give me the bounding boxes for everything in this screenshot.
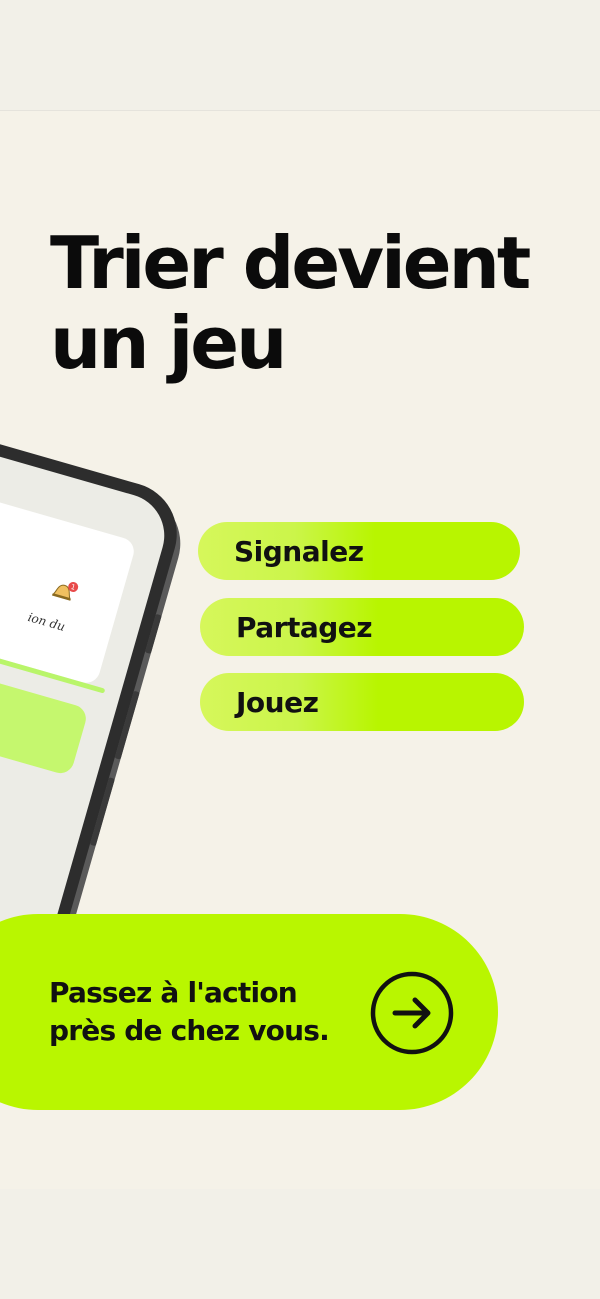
bottom-band <box>0 1189 600 1299</box>
headline: Trier devient un jeu <box>50 223 570 383</box>
headline-line-1: Trier devient <box>50 221 531 305</box>
pill-label: Signalez <box>234 534 364 568</box>
phone-side-button <box>144 613 162 654</box>
pill-partagez: Partagez <box>200 598 524 656</box>
cta-text-line-2: près de chez vous. <box>49 1014 330 1047</box>
phone-progress-bar <box>0 628 106 694</box>
bell-icon: 1 <box>52 581 79 601</box>
headline-line-2: un jeu <box>50 301 287 385</box>
pill-label: Jouez <box>236 685 319 719</box>
arrow-right-circle-icon <box>370 971 454 1055</box>
pill-signalez: Signalez <box>198 522 520 580</box>
cta-arrow-button[interactable] <box>369 970 455 1056</box>
cta-text[interactable]: Passez à l'action près de chez vous. <box>49 974 349 1050</box>
cta-text-line-1: Passez à l'action <box>49 976 298 1009</box>
pill-jouez: Jouez <box>200 673 524 731</box>
pill-label: Partagez <box>236 610 373 644</box>
promo-card: Trier devient un jeu ion du 1 Signalez P… <box>0 111 600 1189</box>
phone-screen-text: ion du <box>26 610 67 634</box>
top-band <box>0 0 600 111</box>
phone-screen-card: ion du 1 <box>0 472 138 694</box>
